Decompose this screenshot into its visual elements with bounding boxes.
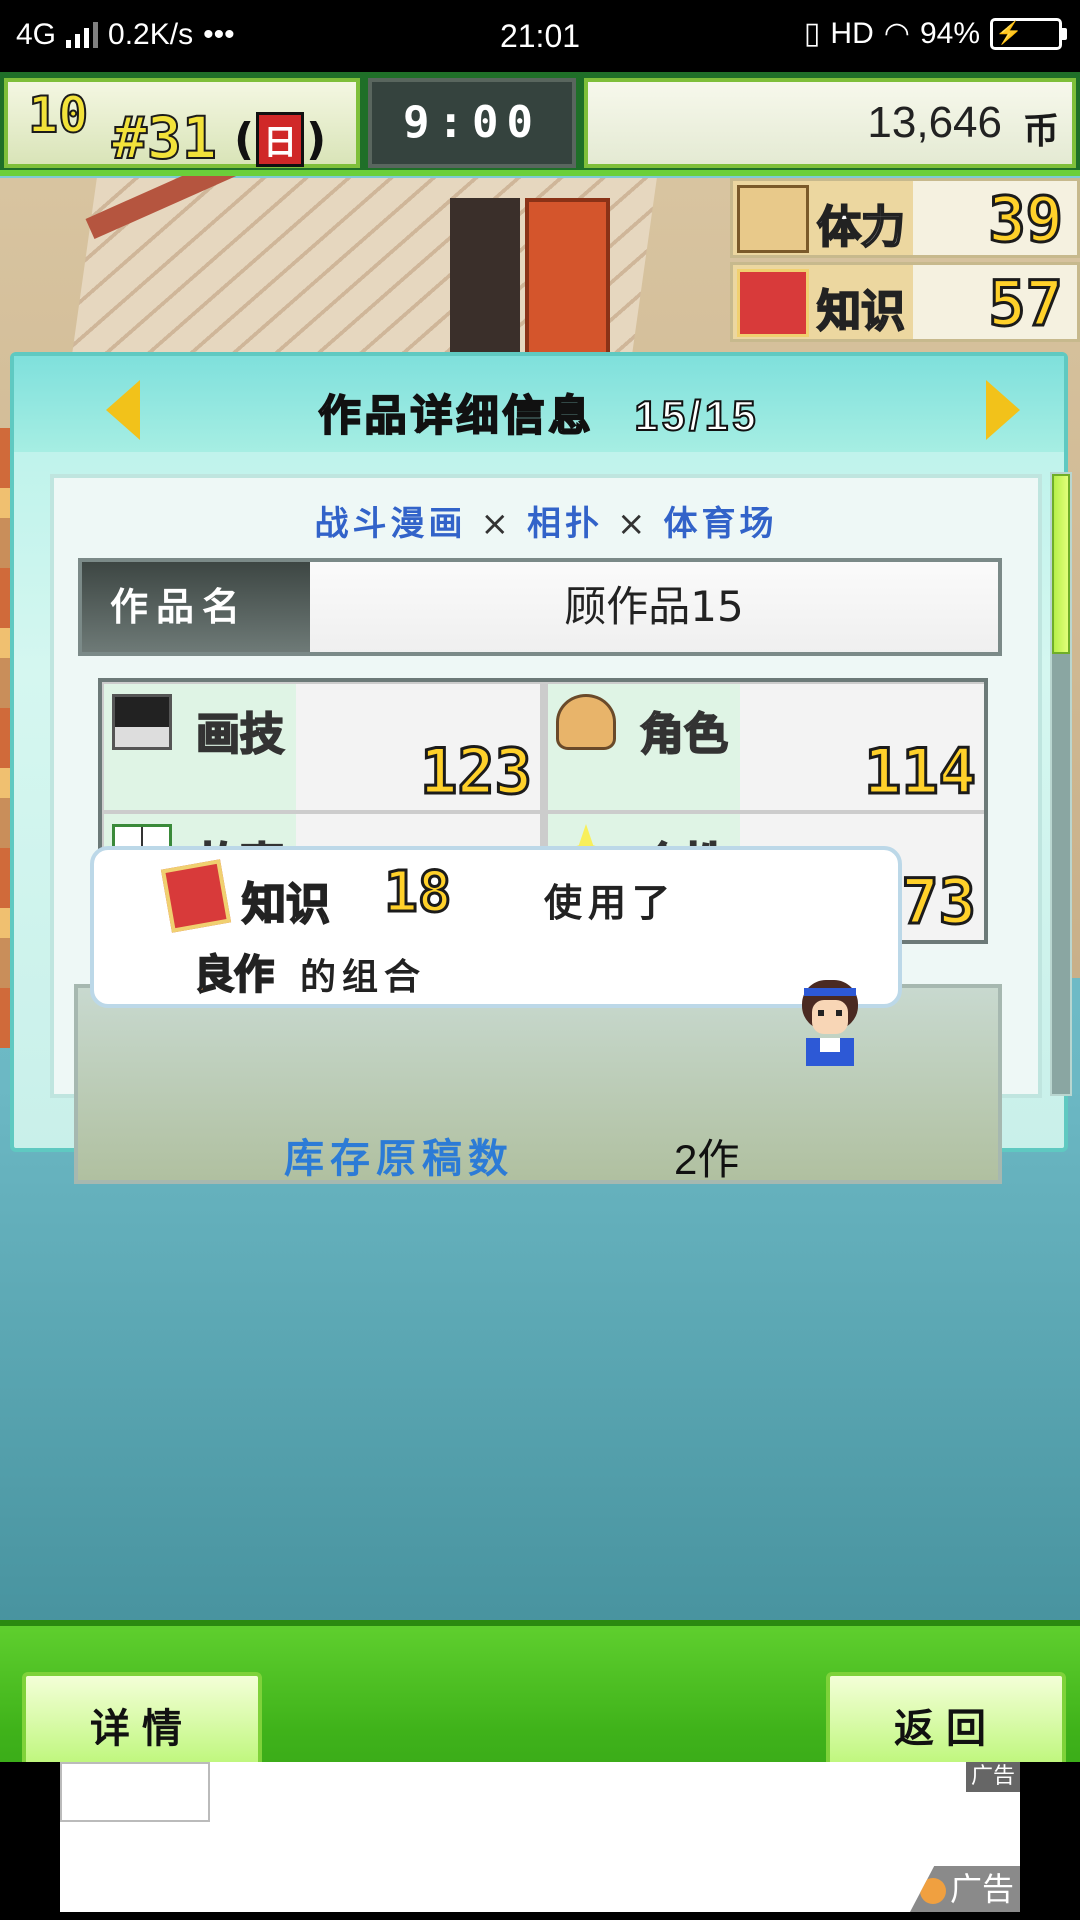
attribute-value: 73: [900, 864, 978, 940]
muscle-icon: [737, 185, 809, 253]
attribute-value: 123: [419, 734, 534, 810]
details-button[interactable]: 详情: [22, 1672, 262, 1762]
message-quality: 良作: [193, 951, 275, 999]
screen: 4G 0.2K/s ••• 21:01 ▯ HD ◠ 94% ⚡ 10 #31: [0, 0, 1080, 1920]
assistant-avatar: [802, 980, 858, 1066]
attribute-value: 114: [863, 734, 978, 810]
book-icon: [737, 269, 809, 337]
ad-image-placeholder: [60, 1762, 210, 1822]
stat-label: 体力: [816, 201, 906, 254]
attribute-label: 角色: [639, 708, 729, 761]
stat-value: 57: [987, 266, 1065, 342]
ink-pen-icon: [112, 694, 172, 750]
message-bubble: 知识 18 使用了 良作 的组合: [90, 846, 902, 1008]
ad-logo-icon: [919, 1878, 946, 1904]
back-button[interactable]: 返回: [826, 1672, 1066, 1762]
dialog-title-text: 作品详细信息: [317, 390, 595, 441]
weekday-open-paren: (: [234, 114, 255, 165]
stat-value: 39: [987, 182, 1065, 258]
genre-separator: ×: [617, 504, 650, 544]
stat-knowledge: 知识 57: [730, 262, 1080, 342]
genre-1: 战斗漫画: [314, 504, 467, 544]
day-number: 10: [27, 85, 89, 145]
attribute-drawing: 画技 123: [104, 684, 540, 810]
scrollbar-thumb[interactable]: [1052, 474, 1070, 654]
message-stat-value: 18: [382, 859, 452, 927]
message-stat-label: 知识: [241, 878, 331, 931]
scrollbar[interactable]: [1050, 472, 1072, 1096]
battery-icon: ⚡: [990, 17, 1067, 50]
genre-combo: 战斗漫画 × 相扑 × 体育场: [54, 496, 1038, 545]
bottom-action-bar: 详情 返回: [0, 1620, 1080, 1762]
stock-label: 库存原稿数: [284, 1136, 514, 1182]
ad-label-text: 广告: [949, 1870, 1014, 1908]
ad-label: 广告: [910, 1866, 1020, 1912]
genre-separator: ×: [480, 504, 513, 544]
weekday-close-paren: ): [306, 114, 327, 165]
genre-3: 体育场: [663, 504, 778, 544]
ad-tag: 广告: [966, 1762, 1020, 1792]
page-counter: 15/15: [633, 391, 760, 440]
book-icon: [160, 859, 232, 933]
attribute-character: 角色 114: [548, 684, 984, 810]
weekday: (日): [234, 112, 326, 167]
battery-percent: 94%: [919, 16, 980, 50]
game-area: 10 #31 (日) 9:00 13,646 币 体力 39 知识 57 作品详…: [0, 72, 1080, 1762]
game-clock: 9:00: [368, 78, 576, 168]
vibrate-icon: ▯: [803, 17, 821, 50]
work-detail-dialog: 作品详细信息 15/15 战斗漫画 × 相扑 × 体育场 作品名 顾作品15 画技: [10, 352, 1072, 1184]
week-number: #31: [111, 103, 218, 173]
hd-label: HD: [830, 16, 874, 50]
weekday-label: 日: [256, 112, 305, 167]
coin-icon: 币: [1022, 111, 1059, 152]
status-right: ▯ HD ◠ 94% ⚡: [803, 16, 1067, 51]
dialog-title: 作品详细信息 15/15: [14, 382, 1064, 443]
date-box: 10 #31 (日): [4, 78, 360, 173]
status-bar: 4G 0.2K/s ••• 21:01 ▯ HD ◠ 94% ⚡: [0, 0, 1080, 72]
money-box: 13,646 币: [584, 78, 1076, 168]
attribute-label: 画技: [195, 708, 285, 761]
wifi-icon: ◠: [883, 17, 910, 50]
work-name-label: 作品名: [82, 562, 310, 652]
work-name-value: 顾作品15: [310, 562, 998, 652]
money-amount: 13,646: [867, 98, 1002, 147]
message-tail: 的组合: [300, 957, 427, 998]
stat-label: 知识: [816, 285, 906, 338]
top-hud: 10 #31 (日) 9:00 13,646 币: [0, 72, 1080, 176]
stat-stamina: 体力 39: [730, 178, 1080, 258]
stock-value: 2作: [674, 1136, 740, 1183]
character-icon: [556, 694, 616, 750]
work-name-row: 作品名 顾作品15: [78, 558, 1002, 656]
genre-2: 相扑: [527, 504, 603, 544]
message-used: 使用了: [544, 881, 677, 925]
ad-banner[interactable]: 广告 广告: [60, 1762, 1020, 1912]
